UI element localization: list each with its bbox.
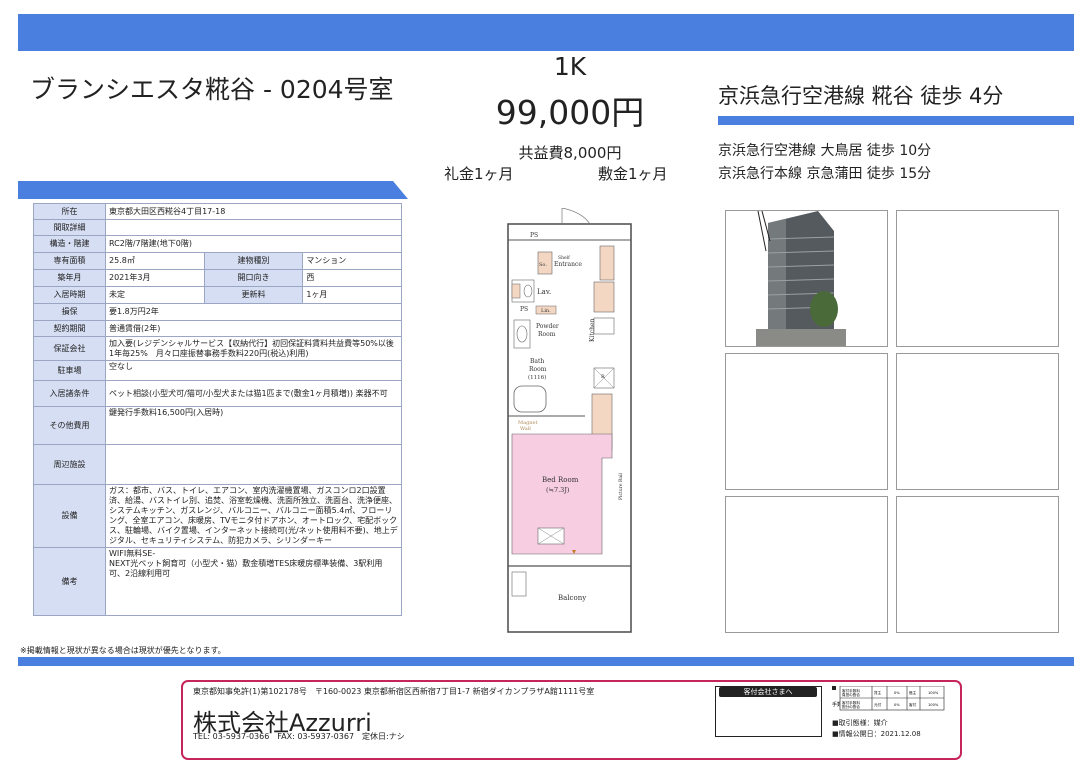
- fp-powder-room: Room: [538, 331, 556, 338]
- conditions-label: 入居諸条件: [33, 380, 106, 407]
- equipment-value: ガス：都市、バス、トイレ、エアコン、室内洗濯機置場、ガスコンロ2口設置済、給湯、…: [105, 484, 402, 548]
- photo-slot-2: [896, 210, 1059, 347]
- parking-label: 駐車場: [33, 360, 106, 381]
- layout-detail-value: [105, 219, 402, 236]
- fp-ps-mid: PS: [520, 306, 528, 313]
- property-name: ブランシエスタ糀谷 - 0204号室: [30, 75, 394, 104]
- fp-lin: Lin.: [541, 308, 551, 314]
- fp-bath: Bath: [530, 358, 544, 365]
- published-date: ■情報公開日：2021.12.08: [832, 730, 921, 738]
- move-in-value: 未定: [105, 286, 205, 304]
- fp-picture-rail: Picture Rail: [618, 472, 624, 500]
- fee-r1-c: 貸主: [874, 690, 882, 695]
- fee-table: 手数料 客付手数料 負担の割合 貸主 0% 借主 100% 客付手数料 配分の割…: [832, 686, 945, 711]
- fp-r-mark: R: [601, 374, 605, 380]
- surroundings-value: [105, 444, 402, 485]
- layout-detail-label: 間取詳細: [33, 219, 106, 236]
- renewal-label: 更新料: [203, 286, 304, 304]
- building-photo-image: [756, 210, 846, 346]
- agent-stamp-label: 客付会社さまへ: [719, 687, 817, 697]
- layout-type: 1K: [553, 52, 587, 81]
- contract-label: 契約期間: [33, 320, 106, 337]
- remarks-value: WIFI無料SE- NEXT光ペット飼育可（小型犬・猫）敷金積増TES床暖房標準…: [105, 547, 402, 616]
- fee-r1-b: 負担の割合: [842, 692, 860, 697]
- parking-value: 空なし: [105, 360, 402, 381]
- fp-lav: Lav.: [537, 288, 551, 296]
- address-label: 所在: [33, 203, 106, 220]
- spec-table: 所在 東京都大田区西糀谷4丁目17-18 間取詳細 構造・階建 RC2階/7階建…: [33, 203, 402, 616]
- sub-station-1: 京浜急行空港線 大鳥居 徒歩 10分: [718, 143, 932, 159]
- address-value: 東京都大田区西糀谷4丁目17-18: [105, 203, 402, 220]
- fp-wall: Wall: [520, 426, 531, 432]
- move-in-label: 入居時期: [33, 286, 106, 304]
- insurance-value: 要1.8万円2年: [105, 303, 402, 321]
- other-fees-label: その他費用: [33, 406, 106, 445]
- guarantor-value: 加入要(レジデンシャルサービス【収納代行】初回保証料賃料共益費等50%以後1年毎…: [105, 336, 402, 361]
- fee-r2-b: 配分の割合: [842, 704, 860, 709]
- fp-kitchen: Kitchen: [589, 318, 596, 342]
- conditions-value: ペット相談(小型犬可/猫可/小型犬または猫1匹まで(敷金1ヶ月積増)) 楽器不可: [105, 380, 402, 407]
- structure-value: RC2階/7階建(地下0階): [105, 235, 402, 253]
- area-label: 専有面積: [33, 252, 106, 270]
- building-photo: [725, 210, 888, 347]
- disclaimer-notice: ※掲載情報と現状が異なる場合は現状が優先となります。: [20, 646, 226, 655]
- main-station: 京浜急行空港線 糀谷 徒歩 4分: [718, 84, 1004, 108]
- fp-bath-room: Room: [529, 366, 547, 373]
- photo-slot-3: [725, 353, 888, 490]
- bottom-blue-bar: [18, 657, 1074, 666]
- other-fees-value: 鍵発行手数料16,500円(入居時): [105, 406, 402, 445]
- rent-price: 99,000円: [495, 93, 645, 132]
- fp-balcony: Balcony: [558, 594, 586, 602]
- fee-r2-f: 100%: [928, 703, 939, 707]
- station-underline: [718, 116, 1074, 125]
- key-money: 礼金1ヶ月: [444, 165, 514, 183]
- license-line: 東京都知事免許(1)第102178号 〒160-0023 東京都新宿区西新宿7丁…: [193, 687, 595, 696]
- contact-line: TEL: 03-5937-0366 FAX: 03-5937-0367 定休日:…: [193, 732, 405, 741]
- deposit: 敷金1ヶ月: [598, 165, 668, 183]
- photo-slot-4: [896, 353, 1059, 490]
- remarks-label: 備考: [33, 547, 106, 616]
- fee-r2-e: 客付: [909, 702, 917, 707]
- fp-bedroom: Bed Room: [542, 476, 579, 484]
- contract-value: 普通賃借(2年): [105, 320, 402, 337]
- fp-bedroom-size: (≒7.3J): [546, 486, 570, 494]
- insurance-label: 損保: [33, 303, 106, 321]
- fp-bath-size: (1116): [528, 374, 546, 381]
- renewal-value: 1ヶ月: [302, 286, 402, 304]
- surroundings-label: 周辺施設: [33, 444, 106, 485]
- top-blue-bar: [18, 14, 1074, 51]
- area-value: 25.8㎡: [105, 252, 205, 270]
- left-blue-bar: [18, 181, 408, 199]
- fp-entrance: Entrance: [554, 261, 582, 268]
- photo-slot-6: [896, 496, 1059, 633]
- equipment-label: 設備: [33, 484, 106, 548]
- facing-label: 開口向き: [203, 269, 304, 287]
- guarantor-label: 保証会社: [33, 336, 106, 361]
- fp-powder: Powder: [536, 323, 559, 330]
- floor-plan: PS So. Shelf Entrance Lav. PS Lin. Powde…: [507, 208, 632, 633]
- common-fee: 共益費8,000円: [518, 144, 622, 162]
- fee-r1-e: 借主: [909, 690, 917, 695]
- facing-value: 西: [302, 269, 402, 287]
- photo-slot-5: [725, 496, 888, 633]
- fp-ps-top: PS: [530, 232, 538, 239]
- transaction-type: ■取引態様：媒介: [832, 719, 888, 727]
- building-type-label: 建物種別: [203, 252, 304, 270]
- built-value: 2021年3月: [105, 269, 205, 287]
- fee-r2-c: 元付: [874, 702, 882, 707]
- fee-r2-d: 0%: [894, 703, 900, 707]
- building-type-value: マンション: [302, 252, 402, 270]
- fee-r1-d: 0%: [894, 691, 900, 695]
- sub-station-2: 京浜急行本線 京急蒲田 徒歩 15分: [718, 166, 932, 182]
- built-label: 築年月: [33, 269, 106, 287]
- fee-r1-f: 100%: [928, 691, 939, 695]
- fp-shoes: So.: [539, 262, 547, 268]
- structure-label: 構造・階建: [33, 235, 106, 253]
